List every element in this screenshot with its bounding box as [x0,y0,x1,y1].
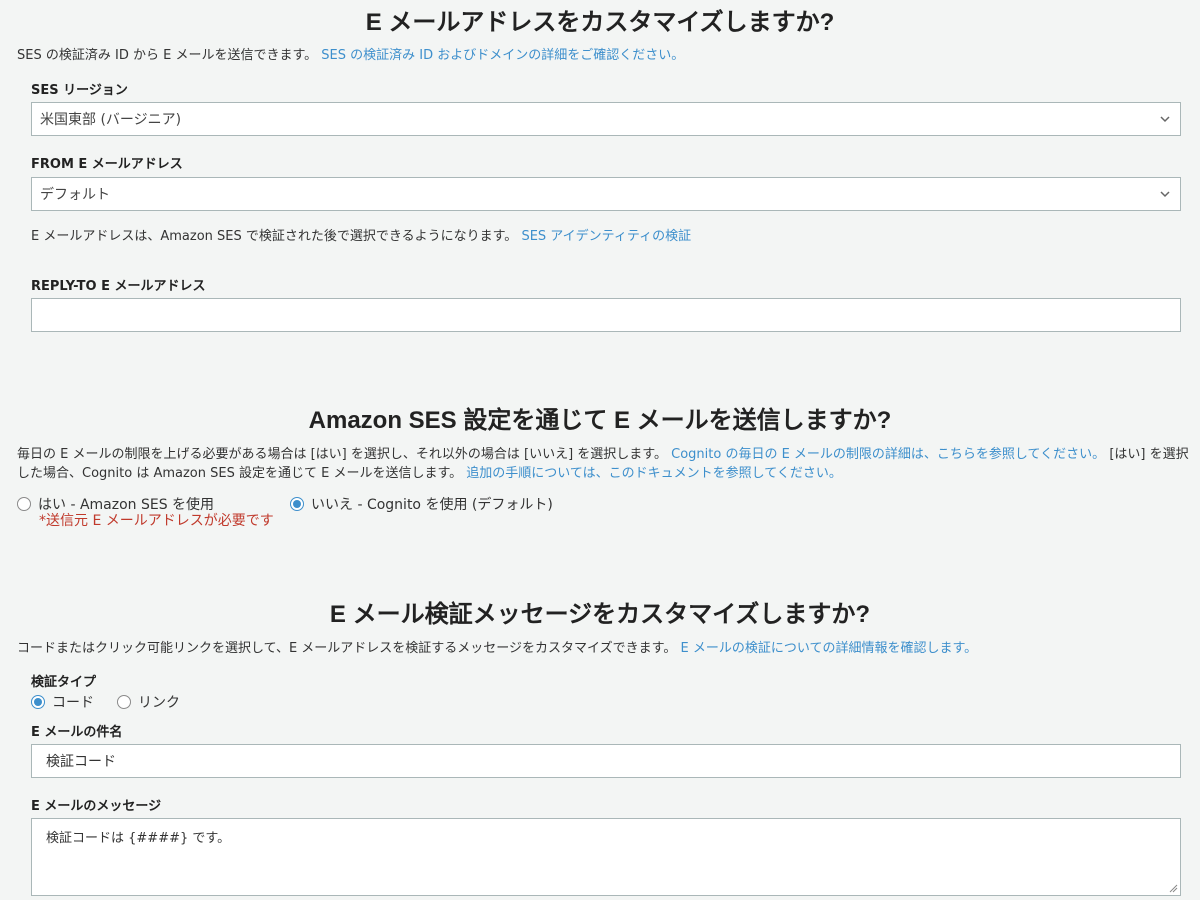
ses-yes-required-note: *送信元 E メールアドレスが必要です [39,513,274,529]
type-link-label: リンク [138,695,180,711]
ses-no-label: いいえ - Cognito を使用 (デフォルト) [311,497,553,513]
ses-yes-radio[interactable] [17,497,31,511]
ses-region-select[interactable]: 米国東部 (バージニア) [31,102,1181,136]
type-link-option[interactable]: リンク [117,692,180,712]
type-code-label: コード [52,695,94,711]
verification-section-title: E メール検証メッセージをカスタマイズしますか? [329,601,871,628]
from-email-select[interactable]: デフォルト [31,177,1181,211]
email-verification-info-link[interactable]: E メールの検証についての詳細情報を確認します。 [681,641,978,656]
additional-steps-link[interactable]: 追加の手順については、このドキュメントを参照してください。 [466,466,842,481]
email-message-value: 検証コードは {####} です。 [46,831,231,846]
verification-type-label: 検証タイプ [31,675,97,690]
ses-region-label: SES リージョン [31,83,128,98]
ses-sending-description: 毎日の E メールの制限を上げる必要がある場合は [はい] を選択し、それ以外の… [17,445,1197,483]
email-address-description-text: SES の検証済み ID から E メールを送信できます。 [17,48,318,63]
type-code-radio[interactable] [31,695,45,709]
email-subject-input[interactable]: 検証コード [31,744,1181,778]
reply-to-input[interactable] [31,298,1181,332]
reply-to-label: REPLY-TO E メールアドレス [31,279,206,294]
ses-region-value: 米国東部 (バージニア) [40,112,182,128]
verification-description-text: コードまたはクリック可能リンクを選択して、E メールアドレスを検証するメッセージ… [17,641,677,656]
ses-identity-verify-link[interactable]: SES アイデンティティの検証 [521,229,691,244]
verification-description: コードまたはクリック可能リンクを選択して、E メールアドレスを検証するメッセージ… [17,639,977,658]
type-code-option[interactable]: コード [31,692,94,712]
email-subject-value: 検証コード [46,754,116,770]
email-message-label: E メールのメッセージ [31,799,162,814]
resize-grip-icon[interactable] [1168,883,1178,893]
email-address-section-title: E メールアドレスをカスタマイズしますか? [365,9,835,36]
email-subject-label: E メールの件名 [31,725,123,740]
from-email-value: デフォルト [40,187,110,203]
ses-no-option[interactable]: いいえ - Cognito を使用 (デフォルト) [290,494,553,514]
ses-verified-id-link[interactable]: SES の検証済み ID およびドメインの詳細をご確認ください。 [321,48,684,63]
from-email-help: E メールアドレスは、Amazon SES で検証された後で選択できるようになり… [31,227,691,246]
chevron-down-icon [1160,116,1170,123]
from-email-label: FROM E メールアドレス [31,157,183,172]
email-message-textarea[interactable]: 検証コードは {####} です。 [31,818,1181,896]
email-address-description: SES の検証済み ID から E メールを送信できます。 SES の検証済み … [17,46,684,65]
chevron-down-icon [1160,191,1170,198]
ses-sending-section-title: Amazon SES 設定を通じて E メールを送信しますか? [308,407,892,434]
ses-sending-desc-text1: 毎日の E メールの制限を上げる必要がある場合は [はい] を選択し、それ以外の… [17,447,667,462]
type-link-radio[interactable] [117,695,131,709]
ses-no-radio[interactable] [290,497,304,511]
from-email-help-text: E メールアドレスは、Amazon SES で検証された後で選択できるようになり… [31,229,518,244]
cognito-email-limit-link[interactable]: Cognito の毎日の E メールの制限の詳細は、こちらを参照してください。 [671,447,1105,462]
